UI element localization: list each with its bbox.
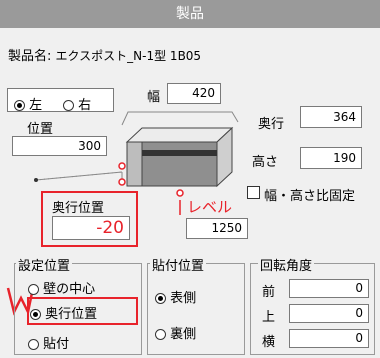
rotation-front-label: 前 bbox=[262, 285, 276, 300]
fix-ratio-checkbox[interactable] bbox=[247, 186, 260, 199]
setting-option-wall-center[interactable]: 壁の中心 bbox=[28, 278, 95, 297]
front-radio[interactable] bbox=[155, 293, 166, 304]
fix-ratio-label: 幅・高さ比固定 bbox=[264, 189, 356, 204]
level-label: レベル bbox=[187, 198, 233, 216]
setting-position-title: 設定位置 bbox=[16, 255, 73, 274]
level-handle[interactable] bbox=[176, 189, 184, 197]
rotation-side-input[interactable]: 0 bbox=[289, 329, 369, 348]
attach-position-title: 貼付位置 bbox=[150, 255, 207, 274]
depth-handle-lower[interactable] bbox=[118, 178, 126, 186]
attach-option-back[interactable]: 裏側 bbox=[155, 323, 196, 342]
depth-position-label: 奥行位置 bbox=[52, 201, 105, 216]
rotation-top-label: 上 bbox=[262, 310, 276, 325]
setting-option-attach[interactable]: 貼付 bbox=[28, 333, 69, 352]
depth-position-input[interactable]: -20 bbox=[52, 216, 130, 240]
depth-position-option-label: 奥行位置 bbox=[45, 307, 98, 322]
back-label: 裏側 bbox=[170, 327, 197, 342]
depth-handle-upper[interactable] bbox=[118, 162, 126, 170]
wall-center-radio[interactable] bbox=[28, 284, 39, 295]
rotation-side-label: 横 bbox=[262, 335, 276, 350]
rotation-title: 回転角度 bbox=[258, 255, 315, 274]
attach-radio[interactable] bbox=[28, 339, 39, 350]
attach-label: 貼付 bbox=[43, 337, 70, 352]
position-anchor bbox=[34, 178, 38, 182]
depth-position-radio[interactable] bbox=[30, 309, 41, 320]
setting-option-depth-position[interactable]: 奥行位置 bbox=[30, 303, 97, 322]
wall-center-label: 壁の中心 bbox=[43, 282, 96, 297]
back-radio[interactable] bbox=[155, 329, 166, 340]
level-input[interactable]: 1250 bbox=[186, 218, 248, 239]
front-label: 表側 bbox=[170, 291, 197, 306]
rotation-front-input[interactable]: 0 bbox=[289, 279, 369, 298]
rotation-top-input[interactable]: 0 bbox=[289, 304, 369, 323]
product-box bbox=[125, 126, 234, 188]
attach-option-front[interactable]: 表側 bbox=[155, 287, 196, 306]
